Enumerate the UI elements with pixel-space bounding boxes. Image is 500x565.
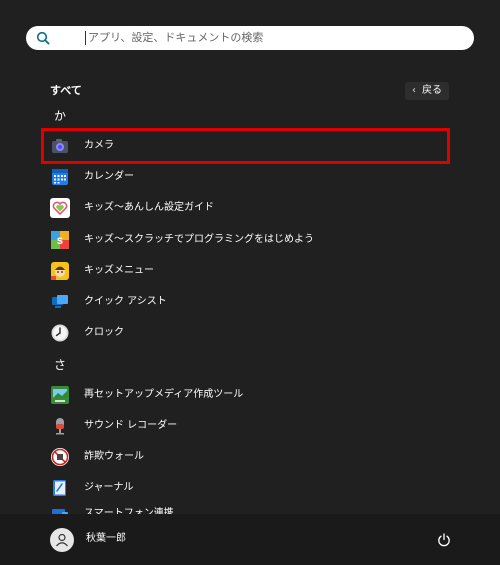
search-input[interactable]: アプリ、設定、ドキュメントの検索 [88, 30, 263, 46]
scratch-icon: S [50, 230, 70, 250]
camera-icon [50, 136, 70, 156]
app-label: キッズメニュー [84, 265, 154, 276]
app-label: 詐欺ウォール [84, 451, 144, 462]
app-label: ジャーナル [84, 482, 134, 493]
app-item-clock[interactable]: クロック [46, 318, 446, 348]
app-item-calendar[interactable]: カレンダー [46, 162, 446, 192]
app-label: クイック アシスト [84, 296, 167, 307]
search-icon [36, 31, 50, 45]
media-tool-icon [50, 385, 70, 405]
app-label: キッズ〜あんしん設定ガイド [84, 202, 214, 213]
kids-menu-icon [50, 261, 70, 281]
heart-icon [50, 198, 70, 218]
app-item-kids-menu[interactable]: キッズメニュー [46, 256, 446, 286]
section-header-sa[interactable]: さ [54, 357, 66, 373]
quick-assist-icon [50, 292, 70, 312]
app-label: サウンド レコーダー [84, 420, 178, 431]
back-button[interactable]: ‹ 戻る [405, 82, 449, 100]
app-label: カレンダー [84, 171, 134, 182]
user-bar: 秋葉一郎 [0, 514, 500, 565]
clock-icon [50, 323, 70, 343]
all-apps-title: すべて [50, 84, 82, 97]
microphone-icon [50, 416, 70, 436]
fraud-wall-icon [50, 447, 70, 467]
app-label: カメラ [84, 140, 114, 151]
journal-icon [50, 478, 70, 498]
app-item-fraud-wall[interactable]: 詐欺ウォール [46, 442, 446, 472]
svg-text:S: S [57, 237, 63, 247]
app-item-quick-assist[interactable]: クイック アシスト [46, 287, 446, 317]
search-box[interactable]: アプリ、設定、ドキュメントの検索 [26, 26, 474, 50]
app-item-sound-recorder[interactable]: サウンド レコーダー [46, 411, 446, 441]
user-name[interactable]: 秋葉一郎 [86, 532, 126, 546]
section-header-ka[interactable]: か [54, 108, 66, 124]
back-button-label: 戻る [422, 85, 442, 96]
app-item-media-creation-tool[interactable]: 再セットアップメディア作成ツール [46, 380, 446, 410]
chevron-left-icon: ‹ [412, 85, 416, 96]
user-avatar[interactable] [50, 528, 74, 552]
app-item-kids-scratch[interactable]: S キッズ〜スクラッチでプログラミングをはじめよう [46, 225, 446, 255]
app-item-kids-safety-guide[interactable]: キッズ〜あんしん設定ガイド [46, 193, 446, 223]
app-label: 再セットアップメディア作成ツール [84, 389, 244, 400]
power-icon[interactable] [436, 532, 452, 548]
app-item-camera[interactable]: カメラ [46, 131, 446, 161]
calendar-icon [50, 167, 70, 187]
app-label: クロック [84, 327, 124, 338]
app-item-journal[interactable]: ジャーナル [46, 473, 446, 503]
app-label: キッズ〜スクラッチでプログラミングをはじめよう [84, 234, 314, 245]
text-caret [85, 31, 86, 45]
person-icon [56, 533, 68, 547]
